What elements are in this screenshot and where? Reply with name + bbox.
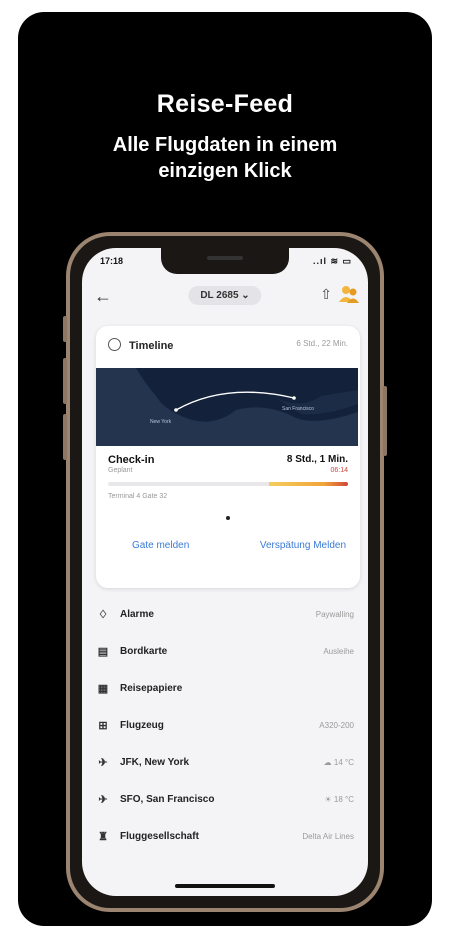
checkin-time: 06:14 [330, 467, 348, 474]
flight-duration: 6 Std., 22 Min. [296, 339, 348, 348]
checkin-sublabel: Geplant [108, 467, 133, 474]
list-item-value: Paywalling [315, 610, 354, 619]
terminal-info: Terminal 4 Gate 32 [108, 493, 168, 500]
list-item-label: Flugzeug [120, 720, 164, 731]
list-item-label: Reisepapiere [120, 683, 183, 694]
home-indicator[interactable] [175, 884, 275, 888]
report-gate-button[interactable]: Gate melden [132, 540, 189, 551]
list-item[interactable]: ▦ Reisepapiere [96, 672, 354, 709]
status-icons: ..ıl ≋ ▭ [312, 256, 352, 266]
list-item[interactable]: ⊞ Flugzeug A320-200 [96, 709, 354, 746]
timeline-card: Timeline 6 Std., 22 Min. New York San Fr… [96, 326, 360, 588]
departure-icon: ✈ [98, 757, 108, 769]
destination-marker [292, 396, 296, 400]
timeline-progress-bar [108, 482, 348, 486]
map-label-start: New York [150, 419, 172, 425]
boarding-pass-icon: ▤ [97, 646, 109, 658]
volume-up-button [63, 358, 67, 404]
checkin-label: Check-in [108, 454, 155, 466]
page-indicator-dot [226, 516, 230, 520]
phone-screen: 17:18 ..ıl ≋ ▭ ← DL 2685 ⌄ ⇧ Timeline 6 … [82, 248, 368, 896]
list-item-value: Delta Air Lines [302, 832, 354, 841]
list-item-value: ☀ 18 °C [324, 795, 355, 804]
checkin-row: Check-in Geplant 8 Std., 1 Min. 06:14 [108, 454, 348, 478]
promo-card: Reise-Feed Alle Flugdaten in einem einzi… [18, 12, 432, 926]
timeline-header[interactable]: Timeline 6 Std., 22 Min. [108, 338, 348, 356]
document-icon: ▦ [97, 683, 109, 695]
nav-bar: ← DL 2685 ⌄ ⇧ [82, 282, 368, 314]
list-item[interactable]: ✈ SFO, San Francisco ☀ 18 °C [96, 783, 354, 820]
arrival-icon: ✈ [98, 794, 108, 806]
list-item[interactable]: ♢ Alarme Paywalling [96, 598, 354, 635]
promo-subtitle: Alle Flugdaten in einem einzigen Klick [18, 132, 432, 184]
promo-title: Reise-Feed [156, 90, 294, 118]
list-item-label: SFO, San Francisco [120, 794, 215, 805]
mute-switch [63, 316, 67, 342]
list-item[interactable]: ▤ Bordkarte Ausleihe [96, 635, 354, 672]
airline-icon: ♜ [98, 831, 108, 843]
share-icon[interactable]: ⇧ [320, 286, 332, 303]
travel-companions-icon[interactable] [338, 284, 360, 304]
list-item-value: ☁ 14 °C [323, 758, 354, 767]
list-item-label: Fluggesellschaft [120, 831, 199, 842]
phone-frame: 17:18 ..ıl ≋ ▭ ← DL 2685 ⌄ ⇧ Timeline 6 … [63, 232, 387, 912]
promo-subtitle-line2: einzigen Klick [158, 160, 292, 182]
list-item-label: JFK, New York [120, 757, 190, 768]
map-label-end: San Francisco [282, 406, 314, 412]
status-bar: 17:18 ..ıl ≋ ▭ [100, 256, 352, 272]
list-item[interactable]: ✈ JFK, New York ☁ 14 °C [96, 746, 354, 783]
origin-marker [174, 408, 178, 412]
power-button [383, 386, 387, 456]
volume-down-button [63, 414, 67, 460]
checkin-countdown: 8 Std., 1 Min. [286, 454, 348, 465]
clock-icon [108, 338, 121, 351]
list-item-value: Ausleihe [323, 647, 354, 656]
plane-grid-icon: ⊞ [98, 720, 108, 732]
route-map[interactable]: New York San Francisco [96, 368, 358, 446]
flight-info-list: ♢ Alarme Paywalling ▤ Bordkarte Ausleihe ▦ Reis… [96, 598, 354, 857]
list-item-label: Alarme [120, 609, 154, 620]
list-item[interactable]: ♜ Fluggesellschaft Delta Air Lines [96, 820, 354, 857]
list-item-value: A320-200 [319, 721, 354, 730]
timeline-label: Timeline [129, 340, 174, 352]
back-arrow-icon[interactable]: ← [94, 286, 112, 307]
report-delay-button[interactable]: Verspätung Melden [260, 540, 346, 551]
status-time: 17:18 [100, 256, 124, 266]
flight-selector[interactable]: DL 2685 ⌄ [188, 286, 262, 305]
promo-subtitle-line1: Alle Flugdaten in einem [112, 134, 338, 156]
timeline-progress-fill [268, 482, 348, 486]
list-item-label: Bordkarte [120, 646, 168, 657]
bell-icon: ♢ [98, 609, 108, 621]
